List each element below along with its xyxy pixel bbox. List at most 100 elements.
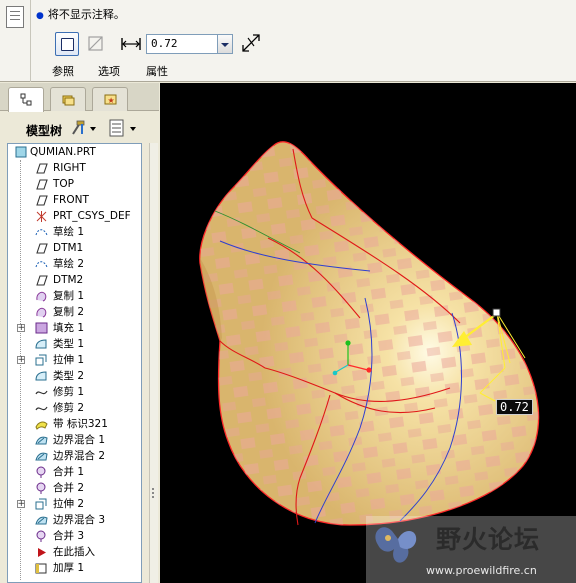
tree-item[interactable]: DTM1	[8, 240, 141, 256]
navigator-tabs: ★	[0, 83, 159, 112]
thickness-dimension-label[interactable]: 0.72	[496, 399, 533, 415]
tree-show-icon	[109, 119, 136, 137]
tree-item-label: 在此插入	[53, 546, 95, 558]
tree-item-label: 类型 1	[53, 338, 85, 350]
flip-direction-button[interactable]	[240, 32, 262, 54]
band-icon	[35, 421, 48, 430]
message-line: ● 将不显示注释。	[36, 6, 125, 22]
tree-item[interactable]: 带 标识321	[8, 416, 141, 432]
tree-item[interactable]: 修剪 1	[8, 384, 141, 400]
tree-item-label: 带 标识321	[53, 418, 108, 430]
tree-item[interactable]: DTM2	[8, 272, 141, 288]
surface-icon	[35, 339, 47, 349]
tab-options[interactable]: 选项	[98, 63, 120, 79]
tree-item[interactable]: 边界混合 3	[8, 512, 141, 528]
model-tree-header: 模型树	[0, 113, 159, 143]
tree-item[interactable]: 填充 1	[8, 320, 141, 336]
tree-settings-button[interactable]	[70, 119, 96, 137]
tree-item-label: DTM1	[53, 242, 84, 254]
model-tree: QUMIAN.PRT RIGHT TOP FRONT PRT_CSYS_DEF 草绘 1 D…	[7, 143, 142, 583]
folder-icon	[62, 95, 75, 106]
drag-handle[interactable]	[492, 308, 501, 317]
fill-icon	[35, 322, 48, 334]
tree-item[interactable]: 修剪 2	[8, 400, 141, 416]
merge-icon	[36, 530, 46, 542]
tree-item[interactable]: 拉伸 2	[8, 496, 141, 512]
tree-item[interactable]: 加厚 1	[8, 560, 141, 576]
tree-item[interactable]: 草绘 2	[8, 256, 141, 272]
favorites-icon: ★	[104, 94, 117, 105]
expand-toggle-icon[interactable]	[17, 320, 25, 336]
boundary-blend-icon	[35, 436, 48, 445]
navigator-panel: ★ 模型树 QUMIAN.PRT RIGHT TOP FRONT PRT_CSYS_DE…	[0, 83, 159, 583]
tree-item-label: PRT_CSYS_DEF	[53, 210, 131, 222]
tree-item-label: 合并 2	[53, 482, 85, 494]
tree-item-label: TOP	[53, 178, 75, 190]
tree-item[interactable]: 复制 2	[8, 304, 141, 320]
expand-toggle-icon[interactable]	[17, 352, 25, 368]
tree-item[interactable]: 边界混合 2	[8, 448, 141, 464]
tree-item-label: FRONT	[53, 194, 89, 206]
merge-icon	[36, 466, 46, 478]
remove-material-button[interactable]	[84, 32, 108, 56]
tree-item-label: 边界混合 1	[53, 434, 106, 446]
model-tree-icon	[20, 93, 32, 106]
graphics-window[interactable]: 0.72 野火论坛 www.proewildfire.cn	[160, 83, 576, 583]
tree-item[interactable]: TOP	[8, 176, 141, 192]
watermark-title: 野火论坛	[436, 525, 541, 554]
remove-material-icon	[88, 36, 103, 51]
tree-settings-icon	[72, 120, 96, 135]
model-tree-title: 模型树	[26, 124, 63, 138]
thicken-solid-button[interactable]	[55, 32, 79, 56]
tree-item[interactable]: 类型 2	[8, 368, 141, 384]
tree-item[interactable]: 复制 1	[8, 288, 141, 304]
tree-item[interactable]: RIGHT	[8, 160, 141, 176]
tab-favorites[interactable]: ★	[92, 87, 128, 111]
tree-item[interactable]: 合并 1	[8, 464, 141, 480]
tab-folder-browser[interactable]	[50, 87, 86, 111]
panel-sash[interactable]	[149, 143, 158, 583]
copy-icon	[36, 307, 47, 318]
tab-properties[interactable]: 属性	[146, 63, 168, 79]
tree-item-label: DTM2	[53, 274, 84, 286]
tab-model-tree[interactable]	[8, 87, 44, 112]
expand-toggle-icon[interactable]	[17, 496, 25, 512]
datum-plane-icon	[36, 243, 48, 254]
watermark: 野火论坛 www.proewildfire.cn	[366, 516, 576, 583]
extrude-icon	[35, 498, 47, 510]
datum-plane-icon	[36, 179, 48, 190]
datum-plane-icon	[36, 275, 48, 286]
tree-item[interactable]: 在此插入	[8, 544, 141, 560]
tree-item[interactable]: 草绘 1	[8, 224, 141, 240]
model-viewport	[199, 141, 540, 563]
surface-icon	[35, 371, 47, 381]
tree-item-label: 拉伸 2	[53, 498, 85, 510]
dashboard: ● 将不显示注释。 0.72 参照 选项 属性	[0, 0, 576, 82]
surface-stripes	[199, 141, 539, 525]
tree-item[interactable]: 边界混合 1	[8, 432, 141, 448]
thickness-dimension-icon	[121, 38, 141, 50]
tree-item-label: 草绘 2	[53, 258, 85, 270]
tree-item[interactable]: FRONT	[8, 192, 141, 208]
tree-item-label: QUMIAN.PRT	[30, 146, 96, 158]
tree-item-label: 加厚 1	[53, 562, 85, 574]
tree-item[interactable]: QUMIAN.PRT	[8, 144, 141, 160]
tree-item-label: 合并 1	[53, 466, 85, 478]
tree-item[interactable]: PRT_CSYS_DEF	[8, 208, 141, 224]
merge-icon	[36, 482, 46, 494]
tree-item[interactable]: 合并 2	[8, 480, 141, 496]
thickness-dropdown-button[interactable]	[218, 34, 233, 54]
trim-icon	[35, 406, 48, 411]
tree-item-label: 合并 3	[53, 530, 85, 542]
boundary-blend-icon	[35, 452, 48, 461]
tree-item[interactable]: 拉伸 1	[8, 352, 141, 368]
tree-item[interactable]: 合并 3	[8, 528, 141, 544]
datum-plane-icon	[36, 163, 48, 174]
datum-plane-icon	[36, 195, 48, 206]
tree-show-button[interactable]	[108, 119, 136, 137]
tree-item-label: 填充 1	[53, 322, 85, 334]
thickness-input[interactable]: 0.72	[146, 34, 218, 54]
tab-references[interactable]: 参照	[52, 63, 74, 79]
dashboard-divider	[30, 0, 31, 82]
tree-item[interactable]: 类型 1	[8, 336, 141, 352]
